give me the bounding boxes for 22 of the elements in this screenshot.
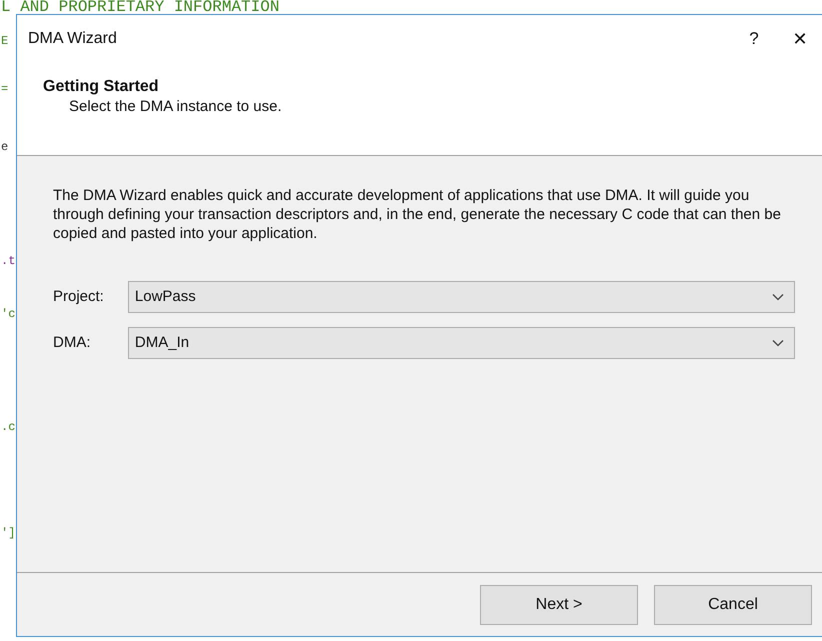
code-text: E xyxy=(1,33,8,50)
help-button[interactable]: ? xyxy=(731,19,777,59)
dropdown[interactable]: DMA_In xyxy=(128,327,795,359)
page-title: Getting Started xyxy=(43,77,160,97)
code-text: '] xyxy=(1,525,16,542)
field-label: DMA: xyxy=(53,332,92,353)
chevron-down-icon xyxy=(772,339,784,347)
next-button[interactable]: Next > xyxy=(480,584,638,624)
description-text: The DMA Wizard enables quick and accurate development of applications that use DMA. It will guide you through defining your transaction descriptors and, in the end, generate the necessary C code that can then be copied and pasted into your application. xyxy=(53,186,782,243)
code-text: .c xyxy=(1,419,16,436)
code-text: e xyxy=(1,139,8,156)
code-text: = xyxy=(1,81,8,98)
dropdown[interactable]: LowPass xyxy=(128,281,795,313)
code-text: .t xyxy=(1,253,16,270)
field-label: Project: xyxy=(53,286,105,307)
close-button[interactable]: ✕ xyxy=(777,19,822,59)
code-text: L AND PROPRIETARY INFORMATION xyxy=(1,0,280,16)
page-subtitle: Select the DMA instance to use. xyxy=(68,97,283,117)
window-title: DMA Wizard xyxy=(28,29,117,49)
chevron-down-icon xyxy=(772,293,784,301)
code-text: 'c xyxy=(1,306,16,323)
cancel-button[interactable]: Cancel xyxy=(654,584,812,624)
